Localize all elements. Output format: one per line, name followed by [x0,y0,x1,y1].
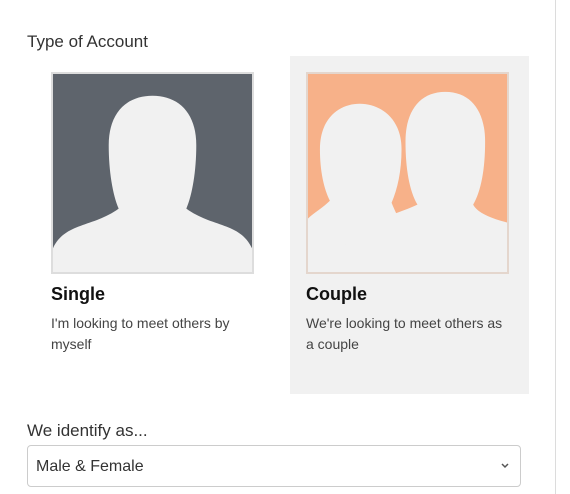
account-option-single[interactable]: Single I'm looking to meet others by mys… [35,56,274,394]
identify-select-value: Male & Female [36,458,144,475]
account-form: Type of Account Single I'm looking to me… [0,0,570,494]
account-type-label: Type of Account [27,32,148,51]
single-title: Single [51,284,106,304]
scrollbar-track[interactable] [555,0,570,494]
single-avatar [51,72,254,274]
couple-avatar [306,72,509,274]
account-option-couple[interactable]: Couple We're looking to meet others as a… [290,56,529,394]
single-person-silhouette-icon [53,95,252,272]
chevron-down-icon [500,462,510,470]
single-description: I'm looking to meet others by myself [51,315,230,352]
couple-title: Couple [306,284,367,304]
identify-label: We identify as... [27,421,148,440]
couple-description: We're looking to meet others as a couple [306,315,503,352]
identify-select[interactable]: Male & Female [27,445,521,487]
couple-silhouette-icon [308,91,507,272]
